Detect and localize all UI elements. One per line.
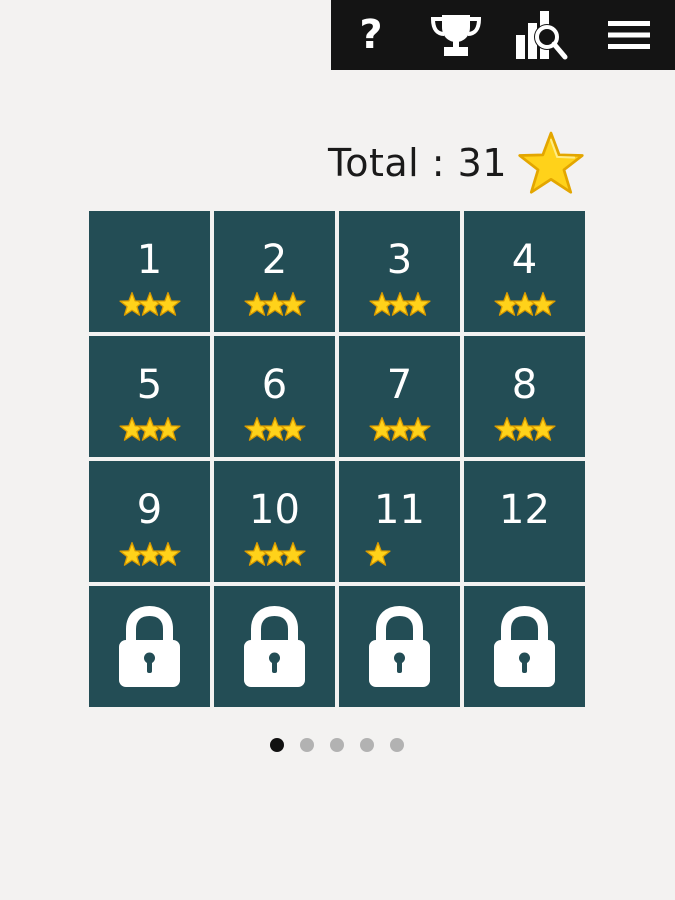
level-tile-11[interactable]: 11 (339, 461, 460, 582)
level-number: 12 (499, 487, 550, 533)
star-icon (279, 291, 306, 316)
top-toolbar: ? (331, 0, 675, 70)
locked-level-tile (339, 586, 460, 707)
help-icon: ? (359, 12, 383, 58)
menu-icon (608, 21, 650, 49)
star-icon (279, 541, 306, 566)
level-stars (89, 541, 210, 567)
page-dot-1[interactable] (270, 738, 284, 752)
page-dot-4[interactable] (360, 738, 374, 752)
total-stars: Total : 31 (300, 130, 585, 196)
star-icon (154, 541, 181, 566)
trophy-button[interactable] (426, 6, 486, 64)
lock-icon (369, 605, 430, 687)
level-tile-2[interactable]: 2 (214, 211, 335, 332)
level-stars (464, 416, 585, 442)
star-icon (529, 416, 556, 441)
level-tile-12[interactable]: 12 (464, 461, 585, 582)
level-tile-6[interactable]: 6 (214, 336, 335, 457)
lock-icon (119, 605, 180, 687)
trophy-icon (430, 15, 482, 56)
level-number: 2 (261, 237, 288, 283)
star-icon (518, 131, 584, 194)
level-number: 11 (374, 487, 425, 533)
level-stars (464, 291, 585, 317)
level-grid: 1 2 3 4 5 6 7 8 9 10 11 12 (89, 211, 587, 709)
level-tile-10[interactable]: 10 (214, 461, 335, 582)
help-button[interactable]: ? (341, 6, 401, 64)
level-tile-7[interactable]: 7 (339, 336, 460, 457)
page-dot-3[interactable] (330, 738, 344, 752)
level-tile-3[interactable]: 3 (339, 211, 460, 332)
level-tile-5[interactable]: 5 (89, 336, 210, 457)
level-number: 1 (136, 237, 163, 283)
star-icon (279, 416, 306, 441)
level-stars (339, 416, 460, 442)
level-number: 8 (511, 362, 538, 408)
stats-search-icon (516, 11, 568, 60)
level-number: 4 (511, 237, 538, 283)
locked-level-tile (89, 586, 210, 707)
level-stars (214, 291, 335, 317)
star-icon (365, 541, 391, 566)
level-stars (214, 416, 335, 442)
level-number: 10 (249, 487, 300, 533)
page-dot-2[interactable] (300, 738, 314, 752)
level-stars (89, 416, 210, 442)
menu-button[interactable] (599, 6, 659, 64)
lock-icon (244, 605, 305, 687)
star-icon (404, 416, 431, 441)
level-stars (214, 541, 335, 567)
level-stars (339, 291, 460, 317)
level-stars (339, 541, 460, 567)
pagination (270, 738, 420, 752)
level-number: 6 (261, 362, 288, 408)
level-tile-1[interactable]: 1 (89, 211, 210, 332)
level-tile-9[interactable]: 9 (89, 461, 210, 582)
stats-button[interactable] (511, 6, 571, 64)
locked-level-tile (464, 586, 585, 707)
level-stars (89, 291, 210, 317)
locked-level-tile (214, 586, 335, 707)
star-icon (404, 291, 431, 316)
level-number: 7 (386, 362, 413, 408)
page-dot-5[interactable] (390, 738, 404, 752)
level-tile-4[interactable]: 4 (464, 211, 585, 332)
lock-icon (494, 605, 555, 687)
level-number: 5 (136, 362, 163, 408)
star-icon (154, 291, 181, 316)
level-number: 3 (386, 237, 413, 283)
level-tile-8[interactable]: 8 (464, 336, 585, 457)
total-label: Total : 31 (327, 141, 507, 185)
level-number: 9 (136, 487, 163, 533)
star-icon (154, 416, 181, 441)
star-icon (529, 291, 556, 316)
